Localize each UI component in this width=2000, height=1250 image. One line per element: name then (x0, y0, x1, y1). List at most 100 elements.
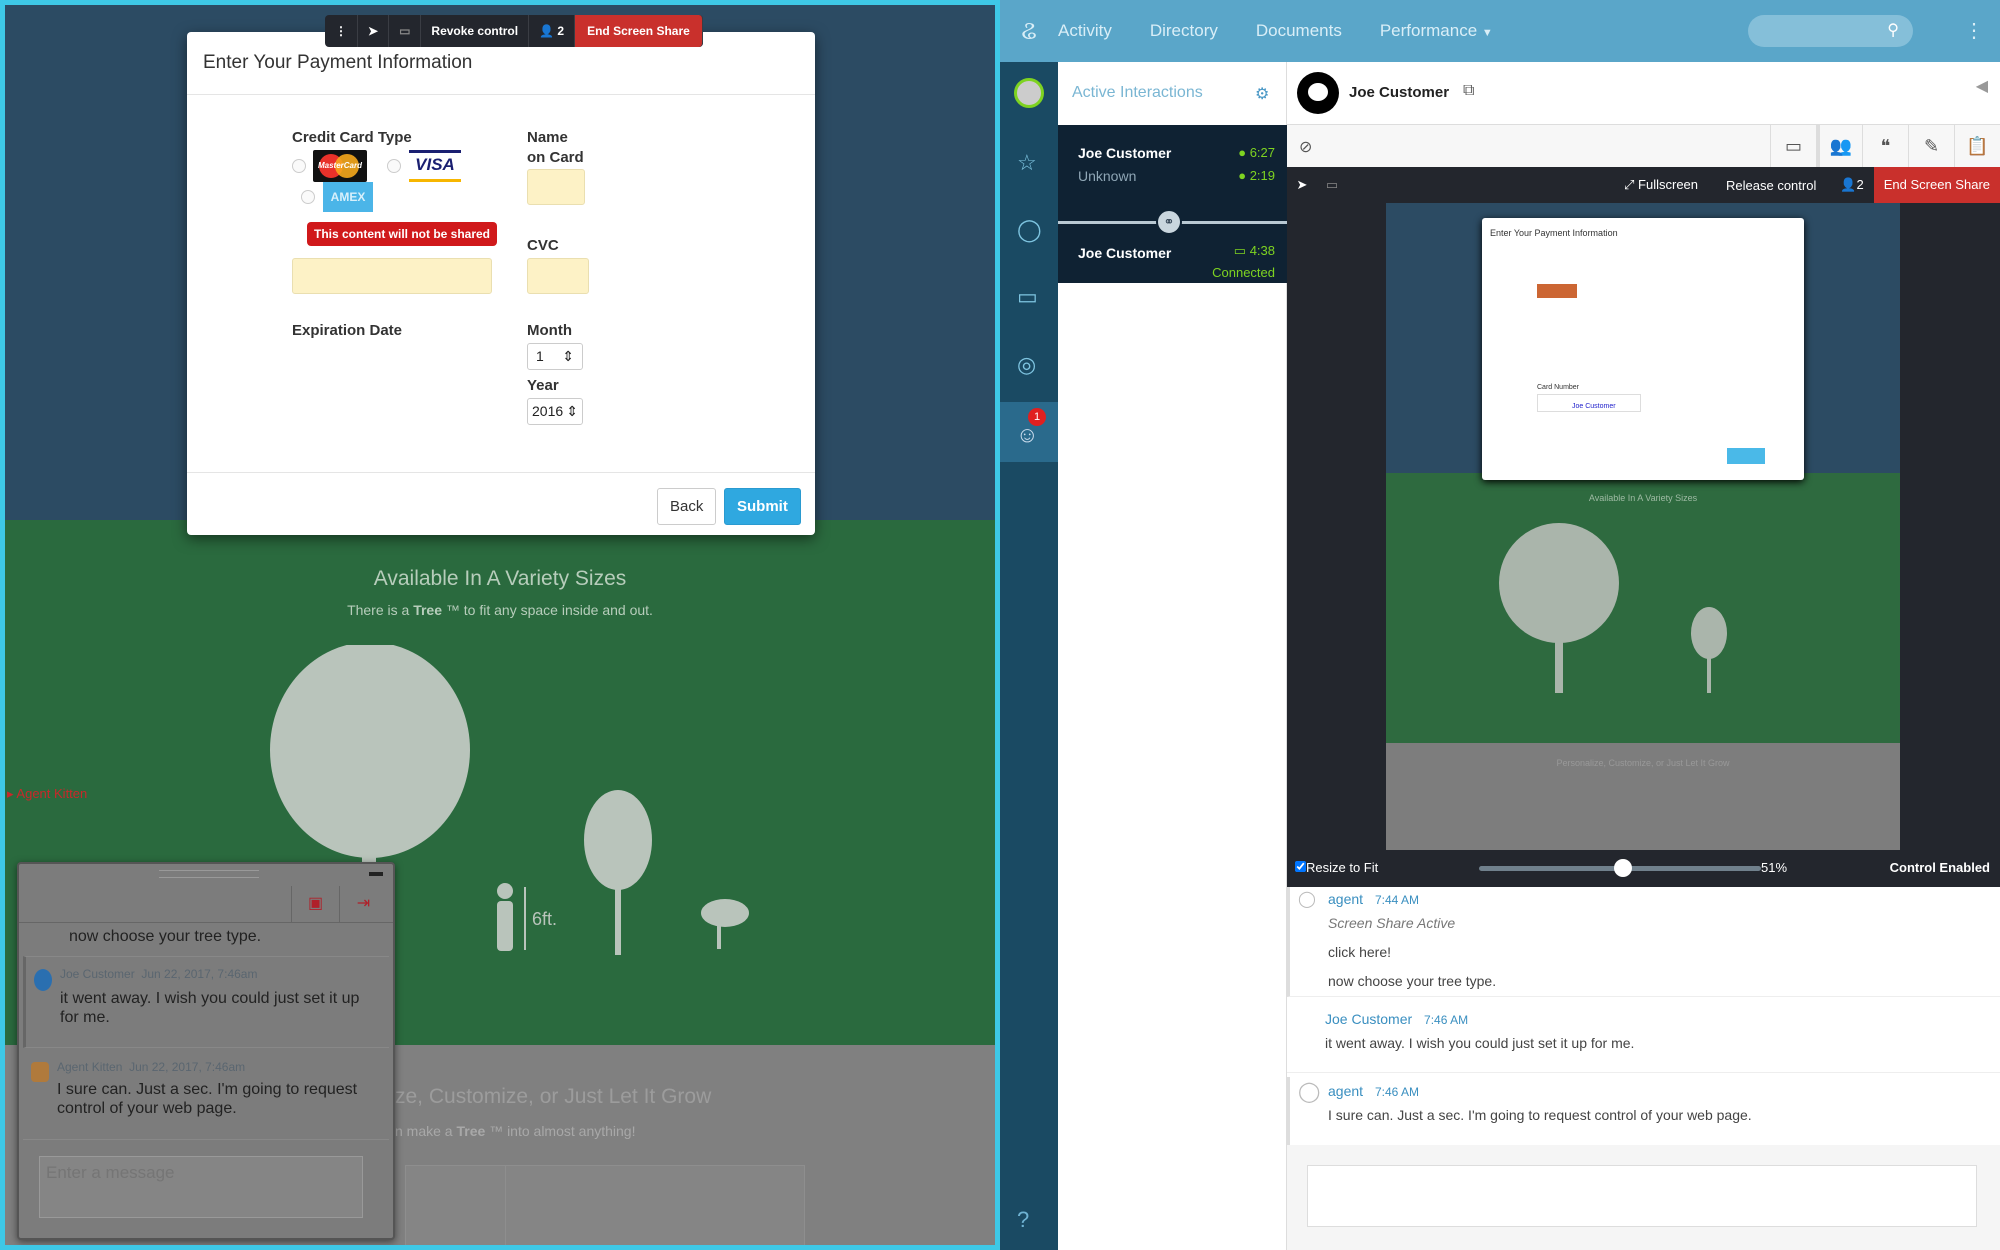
preview-trees (1499, 523, 1727, 693)
nav-performance[interactable]: Performance ▼ (1380, 21, 1493, 41)
month-label: Month (527, 322, 572, 339)
message-group: ◯ agent 7:44 AM Screen Share Active clic… (1287, 887, 2000, 997)
revoke-control-button[interactable]: Revoke control (421, 15, 530, 47)
chat-message: Agent Kitten Jun 22, 2017, 7:46am I sure… (23, 1050, 389, 1140)
modal-title: Enter Your Payment Information (203, 52, 473, 73)
not-shared-tooltip: This content will not be shared (307, 222, 498, 246)
pointer-icon[interactable]: ➤ (1287, 177, 1317, 193)
visa-logo: VISA (409, 150, 461, 182)
name-label: Name (527, 129, 568, 146)
user-avatar[interactable] (1014, 78, 1044, 108)
card-number-input[interactable] (292, 258, 492, 294)
agent-message-input[interactable] (1307, 1165, 1977, 1227)
copy-icon[interactable]: ⧉ (1463, 82, 1474, 100)
feature-card (505, 1165, 805, 1245)
release-control-button[interactable]: Release control (1712, 178, 1830, 193)
agent-avatar (31, 1062, 49, 1082)
card-type-label: Credit Card Type (292, 129, 412, 146)
section-subtext: There is a Tree ™ to fit any space insid… (347, 602, 653, 618)
message-list: ◯ agent 7:44 AM Screen Share Active clic… (1287, 887, 2000, 1250)
notification-badge: 1 (1028, 408, 1046, 426)
app-logo-icon[interactable]: ଌ (1000, 15, 1058, 47)
edit-icon[interactable]: ✎ (1908, 125, 1954, 167)
control-status: Control Enabled (1889, 860, 1990, 875)
radio-amex[interactable] (301, 190, 315, 204)
preview-payment-modal: Enter Your Payment Information Card Numb… (1482, 218, 1804, 480)
year-select[interactable]: 2016 ⇕ (527, 398, 583, 425)
message-input[interactable] (39, 1156, 363, 1218)
agent-avatar-icon: ◯ (1298, 1081, 1321, 1103)
support-icon[interactable]: ◎ (1017, 352, 1036, 378)
search-input[interactable]: ⚲ (1748, 15, 1913, 47)
zoom-slider-handle[interactable] (1613, 859, 1632, 877)
panel-title: Active Interactions (1072, 84, 1203, 101)
collapse-icon[interactable]: ◀ (1976, 76, 1988, 96)
agent-cursor: ▸ Agent Kitten (7, 786, 88, 801)
screen-share-viewer[interactable]: Enter Your Payment Information Card Numb… (1287, 203, 2000, 850)
viewer-bottom-bar: Resize to Fit 51% Control Enabled (1287, 850, 2000, 887)
nav-activity[interactable]: Activity (1058, 21, 1112, 41)
action-toolbar: ⊘ ▭ 👥 ❝ ✎ 📋 (1287, 125, 2000, 167)
drag-handle-icon[interactable]: ⋮ (325, 15, 358, 47)
annotate-icon[interactable]: ▭ (1317, 177, 1347, 193)
divider (187, 94, 815, 95)
interaction-list: Joe Customer Unknown ● 6:27 ● 2:19 ⚭ Joe… (1058, 125, 1287, 283)
video-icon[interactable]: ▭ (1017, 284, 1038, 310)
customer-share-toolbar: ⋮ ➤ ▭ Revoke control 👤 2 End Screen Shar… (325, 15, 703, 47)
name-label-2: on Card (527, 149, 584, 166)
mastercard-logo-text: MasterCard (317, 161, 362, 170)
chat-bubble-icon: ● (1238, 145, 1247, 160)
nav-directory[interactable]: Directory (1150, 21, 1218, 41)
customer-avatar (34, 969, 52, 991)
customer-name: Joe Customer (1349, 84, 1450, 101)
year-label: Year (527, 377, 559, 394)
hide-icon[interactable]: ⊘ (1299, 137, 1312, 157)
height-label: 6ft. (532, 909, 557, 929)
name-on-card-input[interactable] (527, 169, 585, 205)
screen-share-icon[interactable]: ▣ (291, 886, 339, 922)
more-menu-icon[interactable]: ⋮ (1964, 18, 1984, 43)
participants: 👤2 (1840, 177, 1864, 192)
queue-item[interactable]: ☺ 1 (1000, 402, 1058, 462)
mastercard-logo: MasterCard (313, 150, 367, 182)
help-icon[interactable]: ? (1017, 1207, 1029, 1233)
expand-icon: ⤢ (1624, 177, 1635, 192)
pointer-icon[interactable]: ➤ (358, 15, 390, 47)
screen-share-icon[interactable]: ▭ (1770, 125, 1816, 167)
minimize-icon[interactable] (369, 872, 383, 876)
interaction-item[interactable]: Joe Customer ▭ 4:38 Connected (1058, 225, 1287, 283)
radio-mastercard[interactable] (292, 159, 306, 173)
chat-widget: ▣ ⇥ now choose your tree type. Joe Custo… (17, 862, 395, 1240)
monitor-icon: ▭ (1233, 243, 1247, 258)
fullscreen-button[interactable]: ⤢ Fullscreen (1610, 177, 1712, 193)
drag-handle[interactable] (159, 870, 259, 878)
quote-icon[interactable]: ❝ (1862, 125, 1908, 167)
settings-icon[interactable]: ⚙ (1255, 84, 1269, 104)
transfer-icon[interactable]: 👥 (1816, 125, 1862, 167)
month-select[interactable]: 1 ⇕ (527, 343, 583, 370)
chat-message: Joe Customer Jun 22, 2017, 7:46am it wen… (23, 956, 389, 1048)
payment-modal: Enter Your Payment Information Credit Ca… (187, 32, 815, 535)
end-screen-share-button[interactable]: End Screen Share (1873, 167, 2000, 203)
back-button[interactable]: Back (657, 488, 717, 525)
end-screen-share-button[interactable]: End Screen Share (575, 15, 703, 47)
cvc-input[interactable] (527, 258, 589, 294)
message-group: ◯ agent 7:46 AM I sure can. Just a sec. … (1287, 1077, 2000, 1145)
chat-channel-icon (1297, 72, 1339, 114)
radio-visa[interactable] (387, 159, 401, 173)
star-icon[interactable]: ☆ (1017, 150, 1037, 176)
chat-icon[interactable]: ◯ (1017, 217, 1042, 243)
interactions-panel: Active Interactions ⚙ Joe Customer Unkno… (1058, 62, 1287, 1250)
clipboard-icon[interactable]: 📋 (1954, 125, 2000, 167)
annotate-icon[interactable]: ▭ (389, 15, 422, 47)
amex-logo: AMEX (323, 182, 373, 212)
agent-console: ଌ Activity Directory Documents Performan… (1000, 0, 2000, 1250)
section-heading: Available In A Variety Sizes (373, 567, 627, 590)
small-tree (701, 899, 749, 949)
icon-rail: ☆ ◯ ▭ ◎ ☺ 1 ? (1000, 62, 1058, 1250)
exit-icon[interactable]: ⇥ (339, 886, 387, 922)
submit-button[interactable]: Submit (724, 488, 801, 525)
resize-to-fit-checkbox[interactable]: Resize to Fit (1295, 860, 1378, 875)
nav-documents[interactable]: Documents (1256, 21, 1342, 41)
conversation-panel: Joe Customer ⧉ ◀ ⊘ ▭ 👥 ❝ ✎ 📋 ➤ ▭ ⤢ Fulls… (1287, 62, 2000, 1250)
